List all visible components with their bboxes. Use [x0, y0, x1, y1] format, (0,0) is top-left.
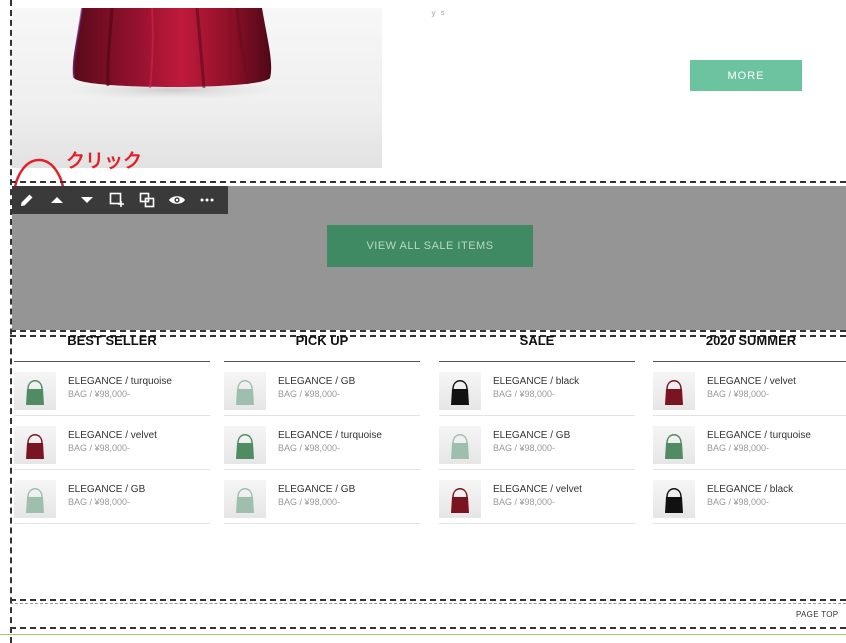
product-column: SALE ELEGANCE / black BAG / ¥98,000- ELEGAN…: [439, 334, 635, 524]
product-price: BAG / ¥98,000-: [278, 443, 341, 453]
section-outline: [10, 330, 846, 332]
visibility-eye-icon[interactable]: [162, 186, 192, 214]
column-title: BEST SELLER: [67, 333, 157, 348]
product-price: BAG / ¥98,000-: [707, 389, 770, 399]
product-thumbnail[interactable]: [653, 480, 695, 518]
move-down-icon[interactable]: [72, 186, 102, 214]
product-name[interactable]: ELEGANCE / GB: [493, 430, 570, 441]
more-options-icon[interactable]: [192, 186, 222, 214]
product-name[interactable]: ELEGANCE / velvet: [707, 376, 796, 387]
view-all-sale-items-button[interactable]: VIEW ALL SALE ITEMS: [327, 225, 533, 267]
product-column: PICK UP ELEGANCE / GB BAG / ¥98,000- ELEGAN…: [224, 334, 420, 524]
column-title: SALE: [519, 333, 555, 348]
product-thumbnail[interactable]: [439, 480, 481, 518]
product-column: 2020 SUMMER ELEGANCE / velvet BAG / ¥98,00…: [653, 334, 846, 524]
product-name[interactable]: ELEGANCE / GB: [278, 376, 355, 387]
product-name[interactable]: ELEGANCE / black: [493, 376, 579, 387]
add-section-icon[interactable]: [102, 186, 132, 214]
move-up-icon[interactable]: [42, 186, 72, 214]
section-outline: [10, 599, 846, 601]
tiny-mark: ｙ ｓ: [430, 10, 446, 17]
more-button[interactable]: MORE: [690, 60, 802, 91]
page-top-link[interactable]: PAGE TOP: [796, 610, 838, 619]
product-price: BAG / ¥98,000-: [278, 389, 341, 399]
product-thumbnail[interactable]: [653, 372, 695, 410]
product-thumbnail[interactable]: [14, 480, 56, 518]
column-title: 2020 SUMMER: [705, 333, 797, 348]
product-thumbnail[interactable]: [224, 372, 266, 410]
product-price: BAG / ¥98,000-: [68, 443, 131, 453]
product-price: BAG / ¥98,000-: [68, 389, 131, 399]
product-item[interactable]: ELEGANCE / black BAG / ¥98,000-: [439, 362, 635, 416]
product-price: BAG / ¥98,000-: [493, 443, 556, 453]
edit-pencil-icon[interactable]: [12, 186, 42, 214]
product-item[interactable]: ELEGANCE / velvet BAG / ¥98,000-: [14, 416, 210, 470]
product-item[interactable]: ELEGANCE / GB BAG / ¥98,000-: [224, 470, 420, 524]
section-outline: [10, 627, 846, 629]
product-thumbnail[interactable]: [439, 426, 481, 464]
product-price: BAG / ¥98,000-: [68, 497, 131, 507]
product-column: BEST SELLER ELEGANCE / turquoise BAG / ¥98…: [14, 334, 210, 524]
section-toolbar: [12, 186, 228, 214]
product-name[interactable]: ELEGANCE / velvet: [68, 430, 157, 441]
product-item[interactable]: ELEGANCE / GB BAG / ¥98,000-: [224, 362, 420, 416]
product-name[interactable]: ELEGANCE / black: [707, 484, 793, 495]
product-item[interactable]: ELEGANCE / velvet BAG / ¥98,000-: [439, 470, 635, 524]
product-thumbnail[interactable]: [653, 426, 695, 464]
product-item[interactable]: ELEGANCE / GB BAG / ¥98,000-: [439, 416, 635, 470]
column-title: PICK UP: [295, 333, 349, 348]
product-name[interactable]: ELEGANCE / velvet: [493, 484, 582, 495]
product-price: BAG / ¥98,000-: [707, 443, 770, 453]
product-price: BAG / ¥98,000-: [493, 389, 556, 399]
duplicate-icon[interactable]: [132, 186, 162, 214]
product-thumbnail[interactable]: [14, 426, 56, 464]
product-item[interactable]: ELEGANCE / turquoise BAG / ¥98,000-: [653, 416, 846, 470]
page-bottom-line: [0, 634, 846, 635]
section-outline: [10, 181, 846, 183]
product-name[interactable]: ELEGANCE / turquoise: [278, 430, 382, 441]
product-thumbnail[interactable]: [439, 372, 481, 410]
product-price: BAG / ¥98,000-: [493, 497, 556, 507]
product-item[interactable]: ELEGANCE / turquoise BAG / ¥98,000-: [224, 416, 420, 470]
product-name[interactable]: ELEGANCE / turquoise: [68, 376, 172, 387]
product-thumbnail[interactable]: [224, 426, 266, 464]
product-item[interactable]: ELEGANCE / black BAG / ¥98,000-: [653, 470, 846, 524]
product-item[interactable]: ELEGANCE / velvet BAG / ¥98,000-: [653, 362, 846, 416]
product-price: BAG / ¥98,000-: [278, 497, 341, 507]
product-name[interactable]: ELEGANCE / turquoise: [707, 430, 811, 441]
product-thumbnail[interactable]: [14, 372, 56, 410]
product-item[interactable]: ELEGANCE / turquoise BAG / ¥98,000-: [14, 362, 210, 416]
product-name[interactable]: ELEGANCE / GB: [278, 484, 355, 495]
product-thumbnail[interactable]: [224, 480, 266, 518]
product-item[interactable]: ELEGANCE / GB BAG / ¥98,000-: [14, 470, 210, 524]
section-outline: [10, 603, 846, 604]
click-annotation-label: クリック: [66, 150, 143, 172]
product-price: BAG / ¥98,000-: [707, 497, 770, 507]
product-photo: [12, 8, 382, 168]
product-name[interactable]: ELEGANCE / GB: [68, 484, 145, 495]
